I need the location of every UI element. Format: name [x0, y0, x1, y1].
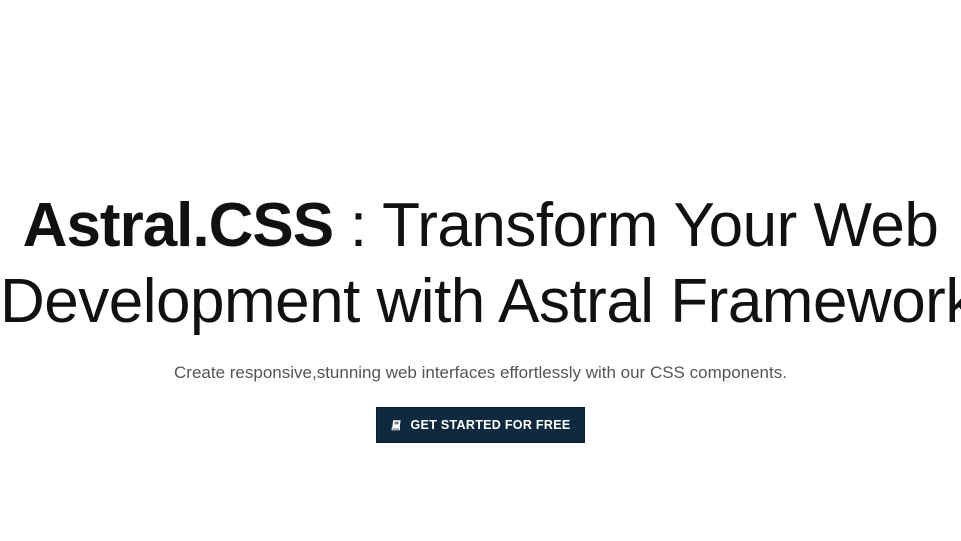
- hero-section: Astral.CSS : Transform Your Web Developm…: [0, 0, 961, 541]
- get-started-button[interactable]: GET STARTED FOR FREE: [375, 407, 586, 443]
- book-icon: [391, 419, 403, 431]
- hero-subtitle: Create responsive,stunning web interface…: [174, 363, 787, 382]
- headline-line-2: Development with Astral Framework: [0, 267, 961, 336]
- headline-line-1: Astral.CSS : Transform Your Web: [0, 188, 961, 264]
- get-started-label: GET STARTED FOR FREE: [410, 418, 571, 432]
- hero-headline: Astral.CSS : Transform Your Web Developm…: [0, 188, 961, 340]
- brand-name: Astral.CSS: [22, 191, 334, 260]
- headline-tagline-part-1: : Transform Your Web: [333, 191, 939, 260]
